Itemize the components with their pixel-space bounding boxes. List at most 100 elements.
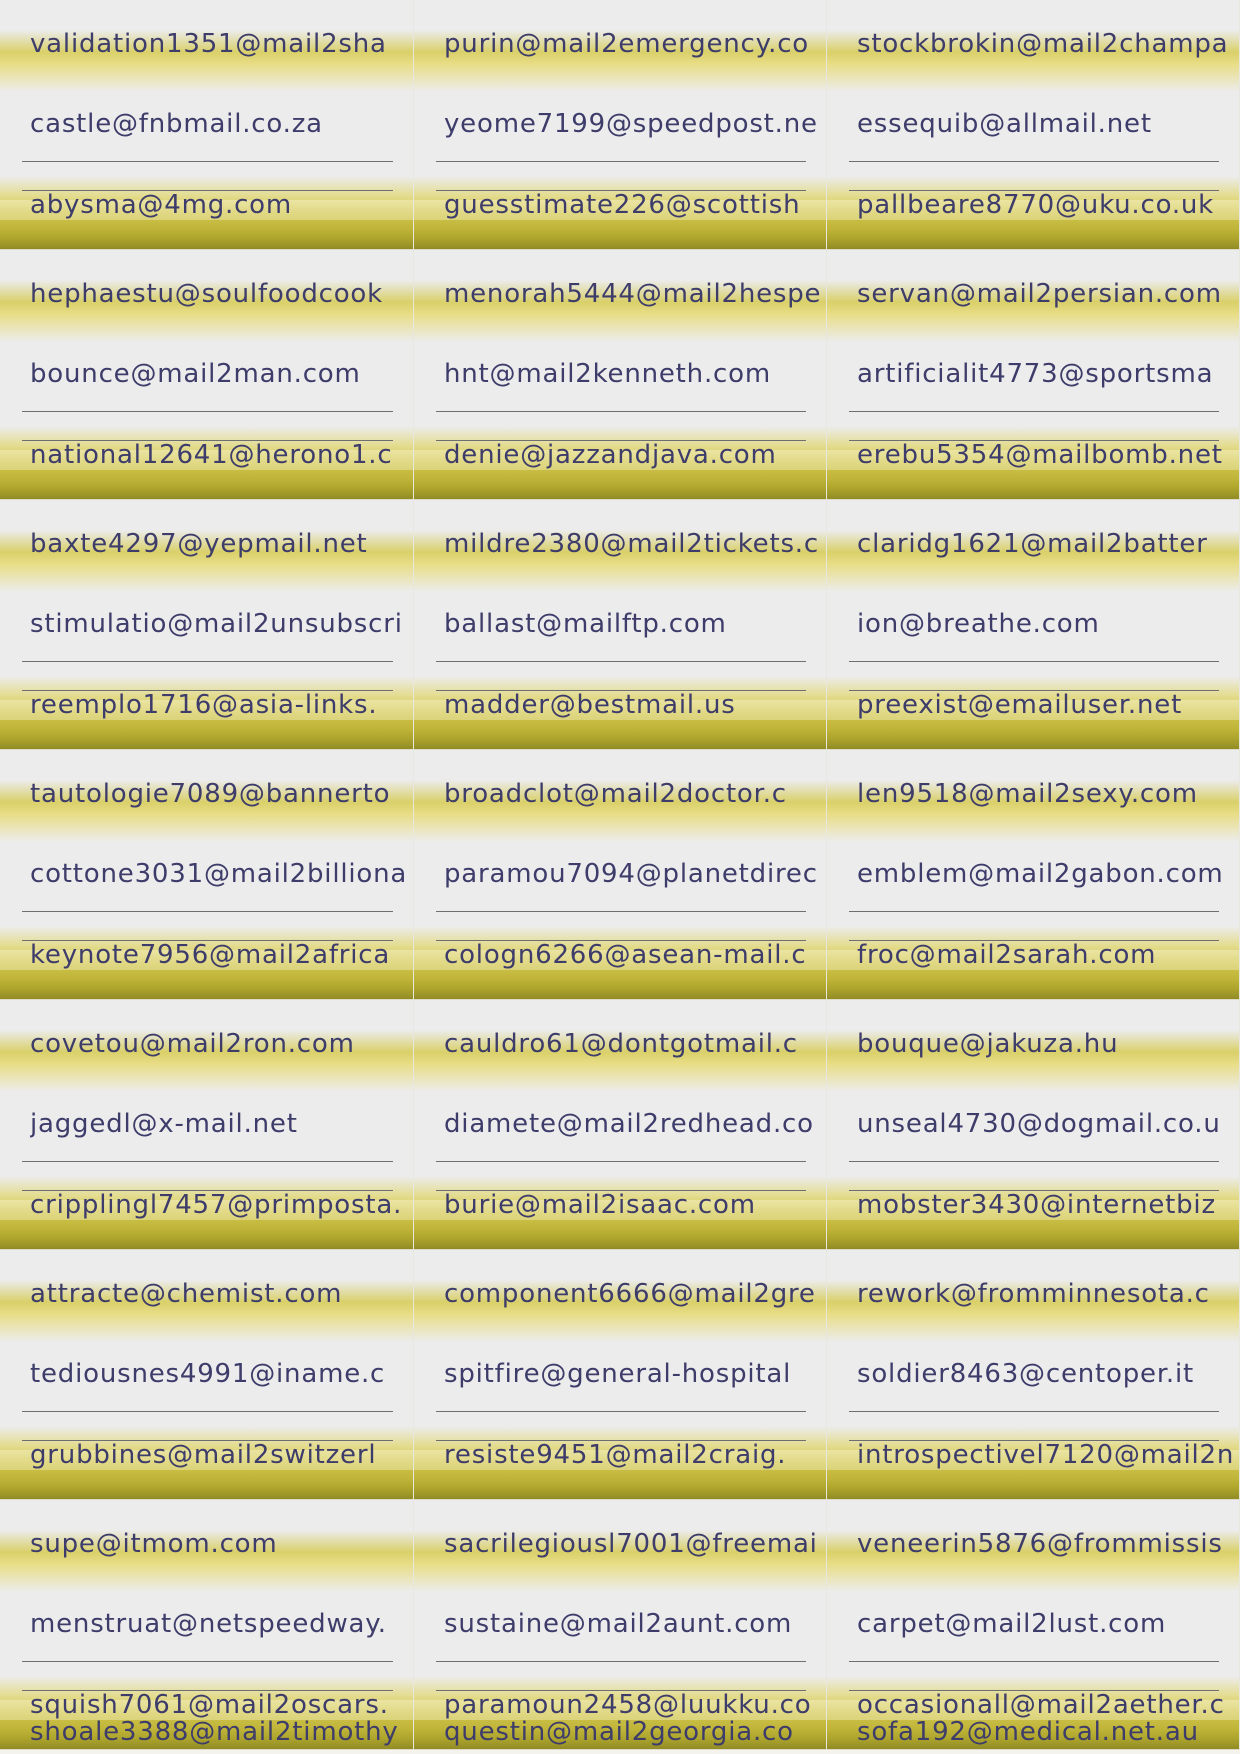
rule-line — [849, 1161, 1219, 1162]
rule-line — [436, 1411, 806, 1412]
email-address: hnt@mail2kenneth.com — [444, 359, 771, 389]
email-address: cripplingl7457@primposta. — [30, 1190, 403, 1220]
email-address: reemplo1716@asia-links. — [30, 690, 378, 720]
email-address: cauldro61@dontgotmail.c — [444, 1029, 798, 1059]
rule-line — [22, 161, 393, 162]
address-label-card: baxte4297@yepmail.net stimulatio@mail2uns… — [0, 500, 414, 750]
bottom-label-strip: shoale3388@mail2timothy — [0, 1717, 414, 1754]
email-address: stockbrokin@mail2champa — [857, 29, 1229, 59]
rule-line — [22, 911, 393, 912]
address-label-card: hephaestu@soulfoodcook bounce@mail2man.co… — [0, 250, 414, 500]
email-address: claridg1621@mail2batter — [857, 529, 1208, 559]
email-address: sofa192@medical.net.au — [857, 1717, 1199, 1747]
bottom-label-strip: sofa192@medical.net.au — [827, 1717, 1240, 1754]
email-address: tautologie7089@bannerto — [30, 779, 391, 809]
email-address: grubbines@mail2switzerl — [30, 1440, 377, 1470]
email-address: jaggedl@x-mail.net — [30, 1109, 298, 1139]
email-address: veneerin5876@frommissis — [857, 1529, 1223, 1559]
rule-line — [849, 161, 1219, 162]
email-address: servan@mail2persian.com — [857, 279, 1222, 309]
rule-line — [849, 661, 1219, 662]
rule-line — [22, 1661, 393, 1662]
email-address: baxte4297@yepmail.net — [30, 529, 368, 559]
email-address: pallbeare8770@uku.co.uk — [857, 190, 1215, 220]
rule-line — [22, 1411, 393, 1412]
email-address: covetou@mail2ron.com — [30, 1029, 355, 1059]
email-address: spitfire@general-hospital — [444, 1359, 792, 1389]
email-address: component6666@mail2gre — [444, 1279, 816, 1309]
address-label-card: servan@mail2persian.com artificialit4773@… — [827, 250, 1240, 500]
address-label-card: attracte@chemist.com tediousnes4991@iname… — [0, 1250, 414, 1500]
address-label-card: supe@itmom.com menstruat@netspeedway. squi… — [0, 1500, 414, 1750]
email-address: supe@itmom.com — [30, 1529, 278, 1559]
email-address: bouque@jakuza.hu — [857, 1029, 1119, 1059]
email-address: yeome7199@speedpost.ne — [444, 109, 818, 139]
email-address: introspectivel7120@mail2n — [857, 1440, 1233, 1470]
address-label-card: cauldro61@dontgotmail.c diamete@mail2redh… — [414, 1000, 827, 1250]
email-address: len9518@mail2sexy.com — [857, 779, 1198, 809]
email-address: sustaine@mail2aunt.com — [444, 1609, 793, 1639]
address-label-card: rework@fromminnesota.c soldier8463@centop… — [827, 1250, 1240, 1500]
address-label-card: claridg1621@mail2batter ion@breathe.com pr… — [827, 500, 1240, 750]
email-address: validation1351@mail2sha — [30, 29, 387, 59]
email-address: carpet@mail2lust.com — [857, 1609, 1167, 1639]
label-sheet: validation1351@mail2sha castle@fnbmail.co… — [0, 0, 1240, 1754]
email-address: keynote7956@mail2africa — [30, 940, 391, 970]
email-address: shoale3388@mail2timothy — [30, 1717, 399, 1747]
email-address: burie@mail2isaac.com — [444, 1190, 756, 1220]
rule-line — [436, 161, 806, 162]
email-address: erebu5354@mailbomb.net — [857, 440, 1223, 470]
email-address: tediousnes4991@iname.c — [30, 1359, 386, 1389]
address-label-card: validation1351@mail2sha castle@fnbmail.co… — [0, 0, 414, 250]
address-label-card: component6666@mail2gre spitfire@general-h… — [414, 1250, 827, 1500]
email-address: mobster3430@internetbiz — [857, 1190, 1216, 1220]
email-address: diamete@mail2redhead.co — [444, 1109, 814, 1139]
email-address: questin@mail2georgia.co — [444, 1717, 794, 1747]
email-address: denie@jazzandjava.com — [444, 440, 777, 470]
email-address: ion@breathe.com — [857, 609, 1100, 639]
address-label-card: menorah5444@mail2hespe hnt@mail2kenneth.c… — [414, 250, 827, 500]
email-address: soldier8463@centoper.it — [857, 1359, 1195, 1389]
address-label-card: purin@mail2emergency.co yeome7199@speedpo… — [414, 0, 827, 250]
email-address: froc@mail2sarah.com — [857, 940, 1157, 970]
email-address: guesstimate226@scottish — [444, 190, 801, 220]
email-address: broadclot@mail2doctor.c — [444, 779, 787, 809]
email-address: attracte@chemist.com — [30, 1279, 343, 1309]
rule-line — [849, 911, 1219, 912]
rule-line — [22, 411, 393, 412]
email-address: abysma@4mg.com — [30, 190, 292, 220]
email-address: preexist@emailuser.net — [857, 690, 1183, 720]
address-label-card: veneerin5876@frommissis carpet@mail2lust.… — [827, 1500, 1240, 1750]
email-address: menorah5444@mail2hespe — [444, 279, 820, 309]
rule-line — [849, 1661, 1219, 1662]
bottom-label-strip: questin@mail2georgia.co — [414, 1717, 827, 1754]
rule-line — [436, 411, 806, 412]
rule-line — [436, 1161, 806, 1162]
rule-line — [22, 1161, 393, 1162]
email-address: emblem@mail2gabon.com — [857, 859, 1224, 889]
email-address: essequib@allmail.net — [857, 109, 1152, 139]
email-address: national12641@herono1.c — [30, 440, 393, 470]
email-address: purin@mail2emergency.co — [444, 29, 809, 59]
email-address: bounce@mail2man.com — [30, 359, 361, 389]
address-label-card: mildre2380@mail2tickets.c ballast@mailftp… — [414, 500, 827, 750]
email-address: menstruat@netspeedway. — [30, 1609, 387, 1639]
address-label-card: len9518@mail2sexy.com emblem@mail2gabon.c… — [827, 750, 1240, 1000]
rule-line — [436, 661, 806, 662]
email-address: cologn6266@asean-mail.c — [444, 940, 807, 970]
rule-line — [436, 1661, 806, 1662]
email-address: madder@bestmail.us — [444, 690, 736, 720]
rule-line — [849, 411, 1219, 412]
address-label-card: covetou@mail2ron.com jaggedl@x-mail.net cr… — [0, 1000, 414, 1250]
email-address: stimulatio@mail2unsubscri — [30, 609, 403, 639]
rule-line — [22, 661, 393, 662]
email-address: sacrilegiousl7001@freemai — [444, 1529, 818, 1559]
email-address: artificialit4773@sportsma — [857, 359, 1214, 389]
address-label-card: broadclot@mail2doctor.c paramou7094@plane… — [414, 750, 827, 1000]
email-address: ballast@mailftp.com — [444, 609, 727, 639]
email-address: unseal4730@dogmail.co.u — [857, 1109, 1221, 1139]
email-address: mildre2380@mail2tickets.c — [444, 529, 819, 559]
address-label-card: stockbrokin@mail2champa essequib@allmail.… — [827, 0, 1240, 250]
email-address: paramou7094@planetdirec — [444, 859, 818, 889]
address-label-card: bouque@jakuza.hu unseal4730@dogmail.co.u m… — [827, 1000, 1240, 1250]
